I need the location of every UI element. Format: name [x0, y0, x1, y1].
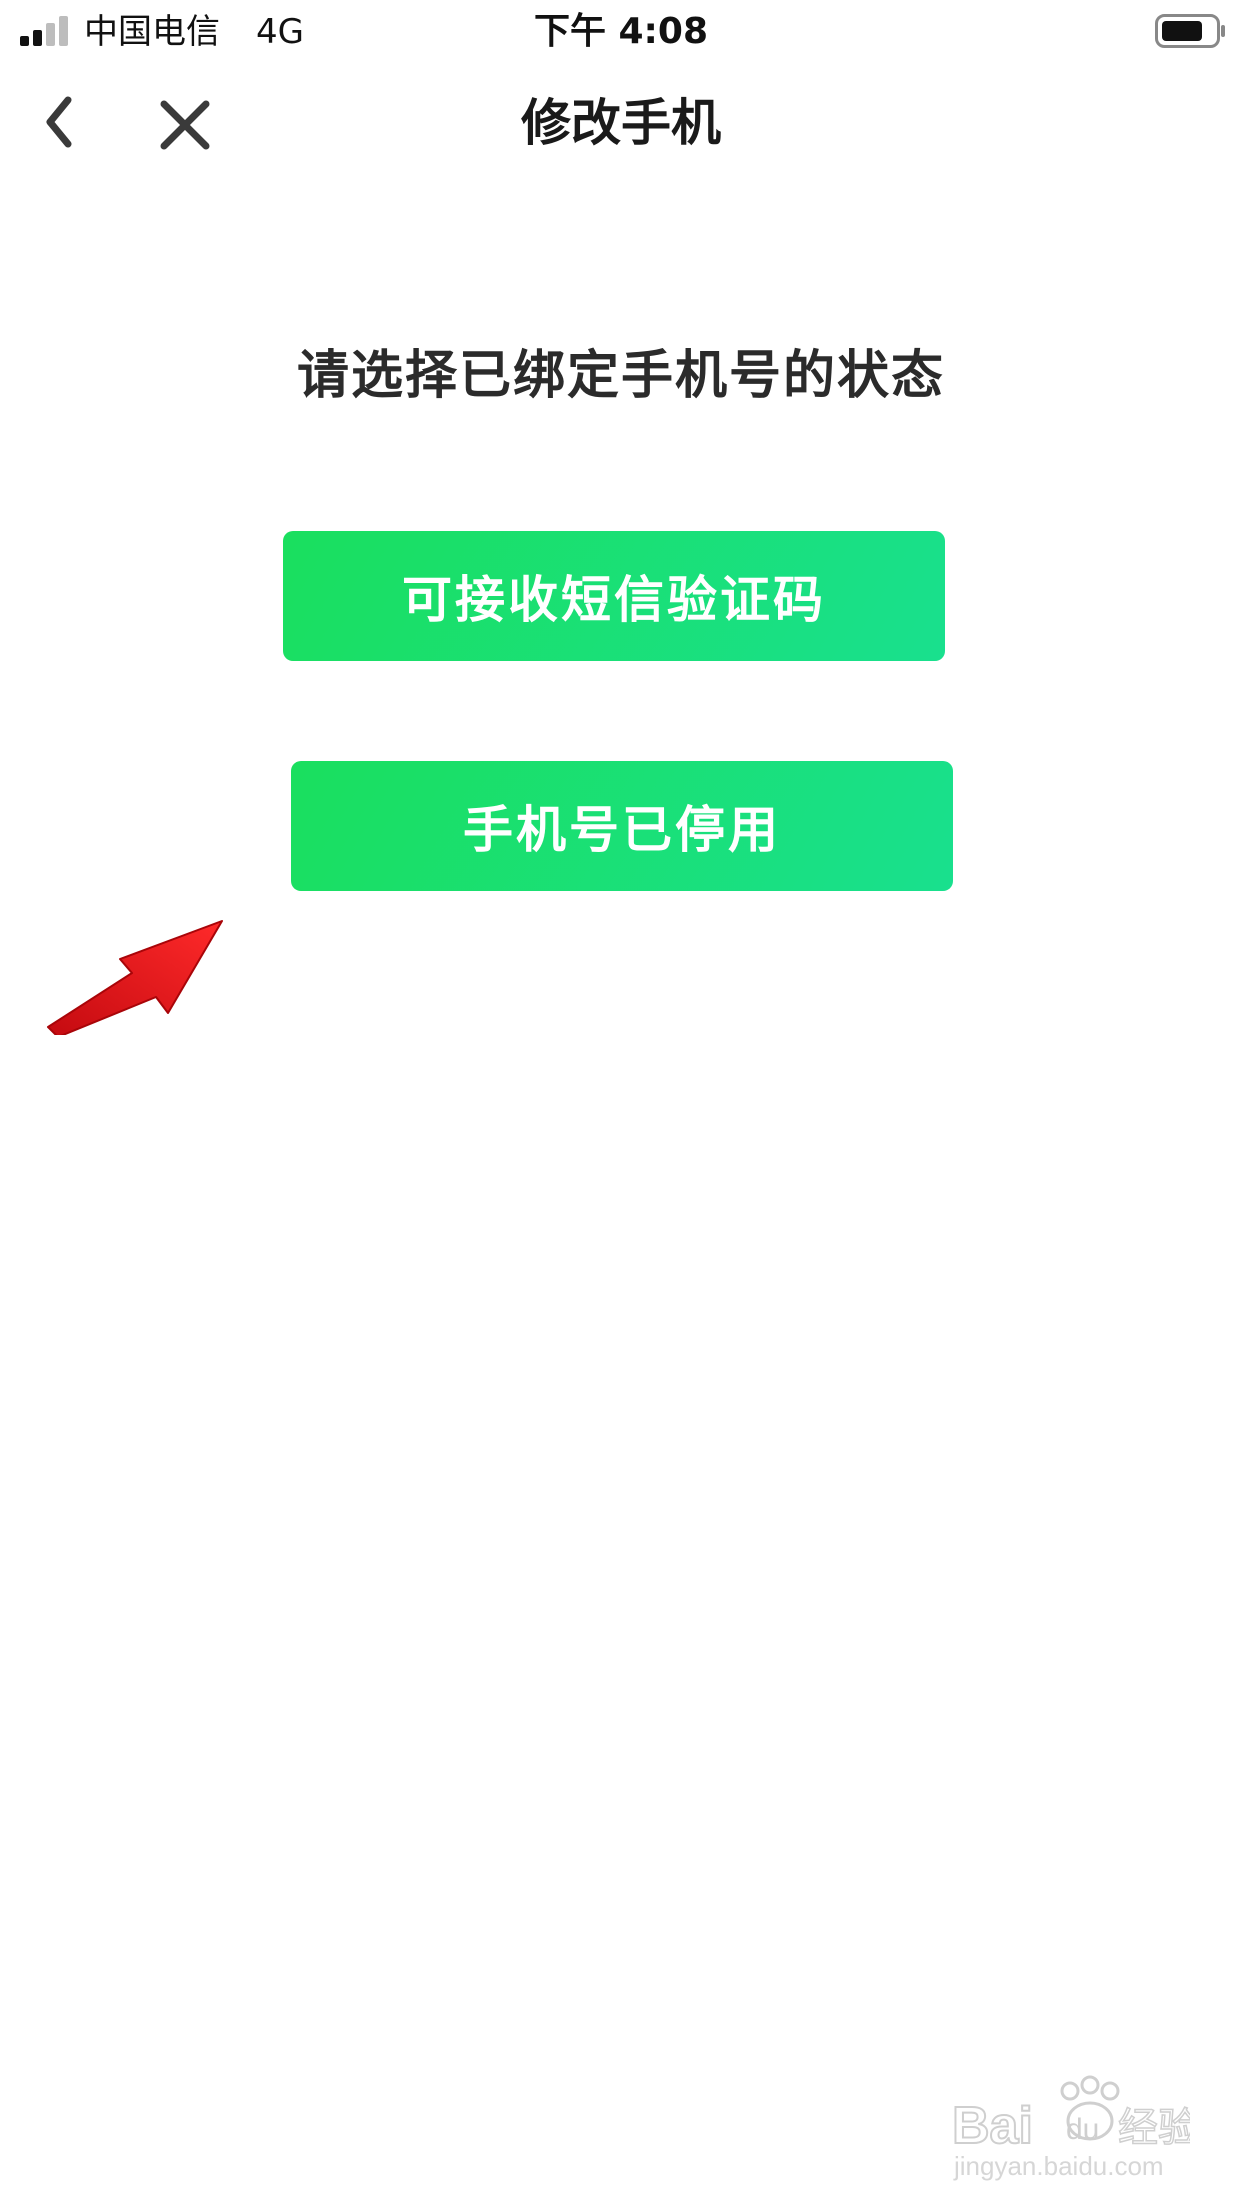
page: 中国电信 4G 下午 4:08 修改手机 请选择已绑定手机号的状态 可接收短信验…	[0, 0, 1242, 2208]
watermark-url: jingyan.baidu.com	[953, 2151, 1164, 2181]
svg-text:经验: 经验	[1118, 2105, 1190, 2151]
battery-icon	[1155, 14, 1225, 48]
svg-text:Bai: Bai	[952, 2097, 1033, 2155]
status-prompt: 请选择已绑定手机号的状态	[296, 346, 945, 406]
phone-deactivated-button[interactable]: 手机号已停用	[291, 761, 953, 891]
status-time: 下午 4:08	[533, 11, 709, 52]
red-arrow-icon	[47, 920, 223, 1035]
status-bar: 中国电信 4G 下午 4:08	[0, 0, 1242, 64]
nav-bar: 修改手机	[0, 64, 1242, 184]
baidu-logo-watermark: Bai du 经验 jingyan.baidu.com	[951, 2075, 1199, 2181]
can-receive-sms-button[interactable]: 可接收短信验证码	[283, 531, 945, 661]
page-title: 修改手机	[521, 94, 721, 152]
baidu-jingyan-watermark: Bai du 经验 jingyan.baidu.com	[950, 2075, 1199, 2185]
svg-text:du: du	[1066, 2113, 1099, 2146]
